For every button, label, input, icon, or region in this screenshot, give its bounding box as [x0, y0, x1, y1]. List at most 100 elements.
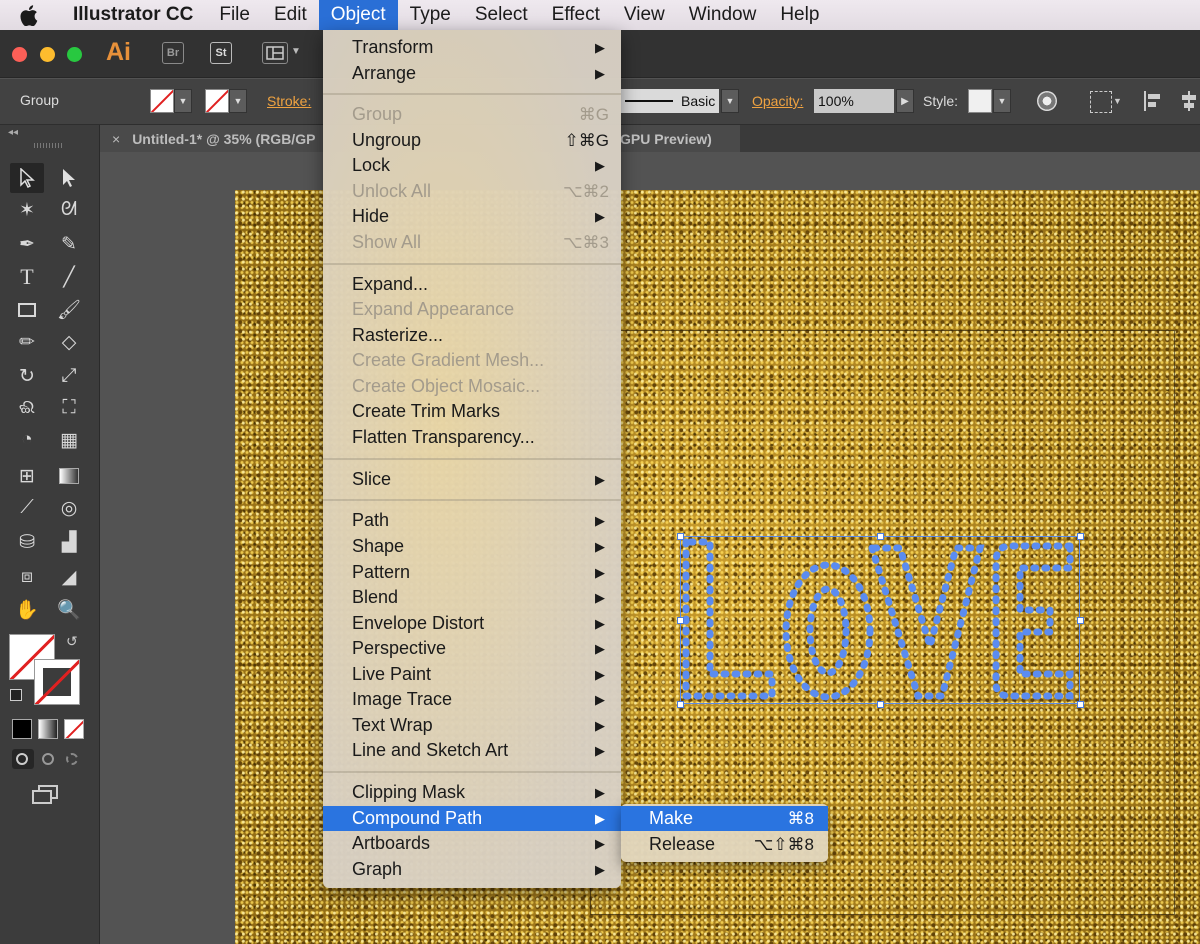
slice-tool-icon[interactable]: ◢: [52, 562, 86, 592]
menu-object[interactable]: Object: [318, 0, 398, 30]
gradient-tool-icon[interactable]: [52, 461, 86, 491]
workspace-dropdown-icon[interactable]: ▼: [291, 46, 301, 57]
zoom-window-button[interactable]: [67, 47, 82, 62]
brush-dropdown-button[interactable]: ▼: [721, 89, 739, 113]
menu-item-hide[interactable]: Hide ▶: [323, 204, 621, 229]
lasso-tool-icon[interactable]: ᘛ: [52, 195, 86, 225]
menu-item-envelope-distort[interactable]: Envelope Distort ▶: [323, 611, 621, 636]
recolor-artwork-icon[interactable]: [1037, 91, 1057, 111]
submenu-item-release[interactable]: Release ⌥⇧⌘8: [621, 832, 828, 857]
menu-item-slice[interactable]: Slice ▶: [323, 467, 621, 492]
draw-behind-icon[interactable]: [38, 749, 60, 769]
menu-item-transform[interactable]: Transform ▶: [323, 35, 621, 60]
stroke-label[interactable]: Stroke:: [267, 93, 311, 109]
shape-builder-tool-icon[interactable]: ◔: [10, 425, 44, 455]
mesh-tool-icon[interactable]: ⊞: [10, 461, 44, 491]
opacity-label[interactable]: Opacity:: [752, 93, 803, 109]
bbox-handle-top-left[interactable]: [677, 533, 684, 540]
close-tab-icon[interactable]: ×: [112, 131, 120, 147]
menu-item-clipping-mask[interactable]: Clipping Mask ▶: [323, 780, 621, 805]
align-to-selection-icon[interactable]: [1090, 91, 1112, 113]
color-mode-button[interactable]: [12, 719, 32, 739]
apple-icon[interactable]: [0, 0, 58, 30]
stroke-swatch-button[interactable]: ▼: [205, 89, 251, 113]
menu-file[interactable]: File: [207, 0, 262, 30]
menu-item-rasterize[interactable]: Rasterize...: [323, 323, 621, 348]
symbol-sprayer-tool-icon[interactable]: ⛁: [10, 527, 44, 557]
free-transform-tool-icon[interactable]: ⛶: [52, 393, 86, 423]
menu-item-create-trim-marks[interactable]: Create Trim Marks: [323, 399, 621, 424]
menu-item-artboards[interactable]: Artboards ▶: [323, 831, 621, 856]
eyedropper-tool-icon[interactable]: ⟋: [10, 493, 44, 523]
menu-select[interactable]: Select: [463, 0, 540, 30]
column-graph-tool-icon[interactable]: ▟: [52, 527, 86, 557]
zoom-tool-icon[interactable]: 🔍: [52, 595, 86, 625]
menu-item-ungroup[interactable]: Ungroup ⇧⌘G: [323, 128, 621, 153]
perspective-grid-tool-icon[interactable]: ▦: [52, 425, 86, 455]
paintbrush-tool-icon[interactable]: 🖌: [52, 295, 86, 325]
draw-inside-icon[interactable]: [62, 749, 84, 769]
menu-item-live-paint[interactable]: Live Paint ▶: [323, 662, 621, 687]
swap-fill-stroke-icon[interactable]: ↺: [66, 633, 78, 650]
menu-item-line-and-sketch-art[interactable]: Line and Sketch Art ▶: [323, 738, 621, 763]
hand-tool-icon[interactable]: ✋: [10, 595, 44, 625]
rectangle-tool-icon[interactable]: [10, 295, 44, 325]
bridge-icon[interactable]: Br: [162, 42, 184, 64]
menu-effect[interactable]: Effect: [540, 0, 612, 30]
default-fill-stroke-icon[interactable]: [10, 689, 22, 701]
blend-tool-icon[interactable]: ◎: [52, 493, 86, 523]
menu-item-blend[interactable]: Blend ▶: [323, 585, 621, 610]
menu-help[interactable]: Help: [768, 0, 831, 30]
gradient-mode-button[interactable]: [38, 719, 58, 739]
bbox-handle-middle-left[interactable]: [677, 617, 684, 624]
menu-edit[interactable]: Edit: [262, 0, 319, 30]
menu-item-graph[interactable]: Graph ▶: [323, 857, 621, 882]
selection-tool-icon[interactable]: [10, 163, 44, 193]
bbox-handle-bottom-right[interactable]: [1077, 701, 1084, 708]
magic-wand-tool-icon[interactable]: ✶: [10, 195, 44, 225]
draw-normal-icon[interactable]: [12, 749, 34, 769]
menu-item-pattern[interactable]: Pattern ▶: [323, 560, 621, 585]
direct-selection-tool-icon[interactable]: [52, 163, 86, 193]
menu-view[interactable]: View: [612, 0, 677, 30]
rotate-tool-icon[interactable]: ↻: [10, 361, 44, 391]
bbox-handle-bottom-left[interactable]: [677, 701, 684, 708]
close-window-button[interactable]: [12, 47, 27, 62]
stroke-color-box[interactable]: [34, 659, 80, 705]
menu-item-perspective[interactable]: Perspective ▶: [323, 636, 621, 661]
opacity-input[interactable]: 100%: [814, 89, 894, 113]
horizontal-align-left-icon[interactable]: [1144, 91, 1162, 111]
bbox-handle-top-right[interactable]: [1077, 533, 1084, 540]
menu-item-flatten-transparency[interactable]: Flatten Transparency...: [323, 425, 621, 450]
menu-window[interactable]: Window: [677, 0, 769, 30]
pen-tool-icon[interactable]: ✒: [10, 229, 44, 259]
menu-item-image-trace[interactable]: Image Trace ▶: [323, 687, 621, 712]
warp-tool-icon[interactable]: ଈ: [10, 393, 44, 423]
menu-type[interactable]: Type: [398, 0, 463, 30]
screen-mode-icon[interactable]: [32, 785, 60, 805]
minimize-window-button[interactable]: [40, 47, 55, 62]
brush-definition-field[interactable]: Basic: [621, 89, 719, 113]
curvature-tool-icon[interactable]: ✎: [52, 229, 86, 259]
stock-icon[interactable]: St: [210, 42, 232, 64]
app-name-menu[interactable]: Illustrator CC: [58, 0, 207, 30]
panel-grip[interactable]: [34, 143, 64, 148]
none-mode-button[interactable]: [64, 719, 84, 739]
menu-item-lock[interactable]: Lock ▶: [323, 153, 621, 178]
menu-item-arrange[interactable]: Arrange ▶: [323, 61, 621, 86]
submenu-item-make[interactable]: Make ⌘8: [621, 806, 828, 831]
bbox-handle-middle-right[interactable]: [1077, 617, 1084, 624]
bbox-handle-bottom-center[interactable]: [877, 701, 884, 708]
style-dropdown-button[interactable]: ▼: [993, 89, 1011, 113]
align-dropdown-icon[interactable]: ▼: [1113, 96, 1122, 106]
scale-tool-icon[interactable]: ⤢: [52, 361, 86, 391]
opacity-flyout-button[interactable]: ▶: [896, 89, 914, 113]
line-segment-tool-icon[interactable]: ╱: [52, 262, 86, 292]
eraser-tool-icon[interactable]: ◇: [52, 327, 86, 357]
graphic-style-swatch[interactable]: [968, 89, 992, 113]
menu-item-text-wrap[interactable]: Text Wrap ▶: [323, 713, 621, 738]
menu-item-shape[interactable]: Shape ▶: [323, 534, 621, 559]
menu-item-path[interactable]: Path ▶: [323, 508, 621, 533]
collapse-panel-icon[interactable]: ◂◂: [8, 127, 18, 138]
bbox-handle-top-center[interactable]: [877, 533, 884, 540]
